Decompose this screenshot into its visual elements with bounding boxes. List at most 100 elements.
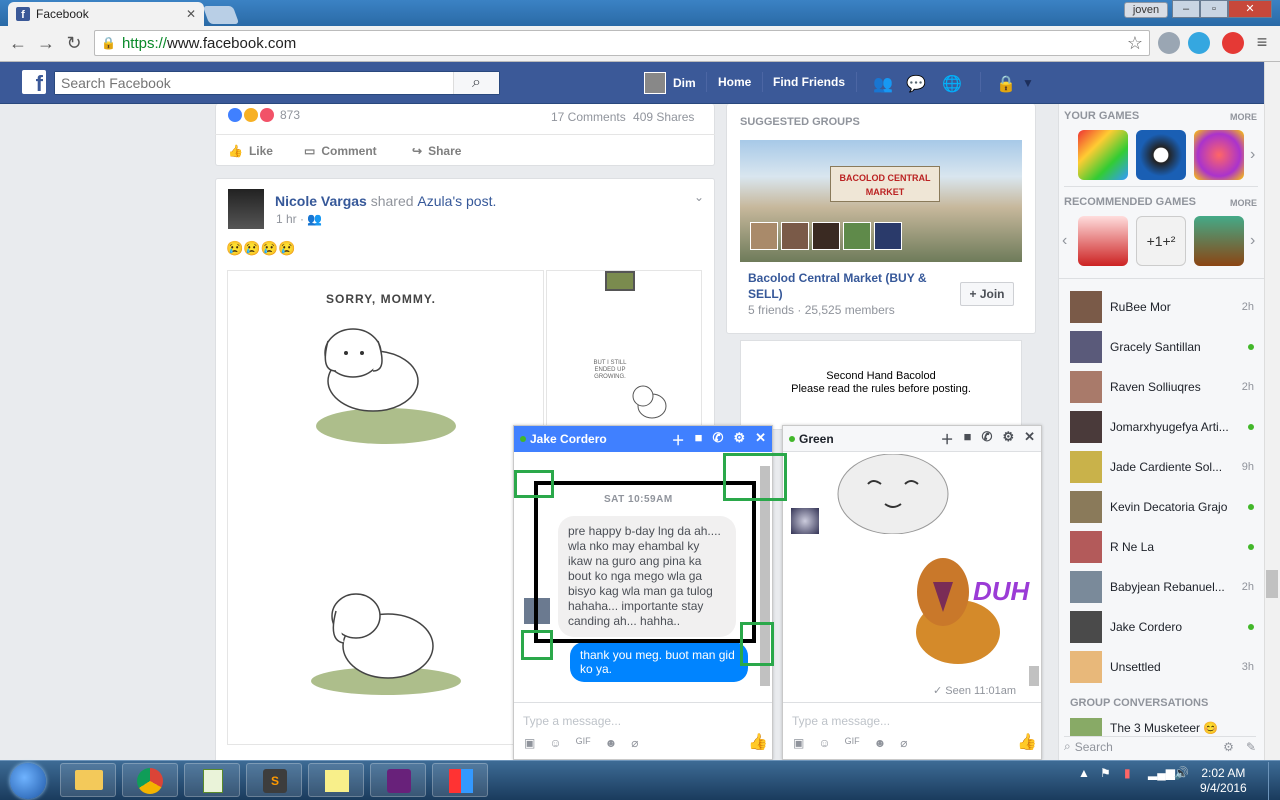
post-time[interactable]: 1 hr · 👥 [276, 212, 322, 226]
reload-icon[interactable]: ↻ [60, 33, 88, 54]
emoji-icon[interactable]: ☻ [874, 736, 887, 750]
profile-link[interactable]: Dim [644, 72, 696, 94]
emoji-icon[interactable]: ☻ [605, 736, 618, 750]
attachment-icon[interactable]: ⌀ [631, 736, 638, 750]
contact-item[interactable]: Gracely Santillan [1070, 330, 1254, 364]
search-input[interactable] [55, 72, 453, 94]
video-call-icon[interactable]: ■ [964, 429, 972, 448]
comment-share-counts[interactable]: 17 Comments 409 Shares [551, 110, 694, 124]
attachment-icon[interactable]: ⌀ [900, 736, 907, 750]
horse-racing-game-icon[interactable] [1194, 216, 1244, 266]
author-avatar[interactable] [228, 189, 264, 229]
facebook-logo[interactable]: f [22, 70, 46, 94]
compose-icon[interactable]: ✎ [1246, 740, 1256, 754]
notifications-icon[interactable]: 🌐 [942, 74, 962, 94]
sticky-notes-taskbar-icon[interactable] [308, 763, 364, 797]
add-people-icon[interactable]: ＋ [672, 430, 685, 449]
thumbs-up-icon[interactable]: 👍 [1017, 732, 1037, 752]
message-input[interactable]: Type a message... [792, 714, 890, 728]
action-center-flag-icon[interactable]: ⚑ [1100, 766, 1111, 780]
comment-count[interactable]: 17 Comments [551, 110, 626, 124]
share-count[interactable]: 409 Shares [633, 110, 694, 124]
photo-icon[interactable]: ▣ [793, 736, 804, 750]
your-games-more-link[interactable]: MORE [1230, 112, 1257, 122]
maximize-button[interactable]: ▫ [1200, 0, 1228, 18]
gear-icon[interactable]: ⚙ [733, 430, 745, 449]
contact-item[interactable]: Raven Solliuqres 2h [1070, 370, 1254, 404]
dead-trigger-2-game-icon[interactable] [1078, 216, 1128, 266]
contact-item[interactable]: R Ne La [1070, 530, 1254, 564]
close-icon[interactable]: ✕ [1024, 429, 1035, 448]
profile-button[interactable]: joven [1124, 2, 1168, 18]
page-scrollbar[interactable] [1264, 62, 1280, 760]
group-name[interactable]: Bacolod Central Market (BUY & SELL) [748, 270, 948, 302]
contact-item[interactable]: Jomarxhyugefya Arti... [1070, 410, 1254, 444]
friend-requests-icon[interactable]: 👥 [873, 74, 893, 94]
post-image-1[interactable] [227, 270, 544, 745]
sticker-icon[interactable]: ☺ [818, 736, 830, 750]
extension-icon[interactable] [1188, 32, 1210, 54]
page-scrollbar-thumb[interactable] [1266, 570, 1278, 598]
contact-item[interactable]: Babyjean Rebanuel... 2h [1070, 570, 1254, 604]
chrome-taskbar-icon[interactable] [122, 763, 178, 797]
reaction-summary[interactable]: 873 [228, 108, 300, 122]
gif-icon[interactable]: GIF [845, 736, 860, 750]
chat-header[interactable]: Jake Cordero ＋ ■ ✆ ⚙ ✕ [514, 426, 772, 452]
chevron-right-icon[interactable]: › [1250, 232, 1255, 250]
voice-call-icon[interactable]: ✆ [982, 429, 993, 448]
video-call-icon[interactable]: ■ [695, 430, 703, 449]
volume-icon[interactable]: 🔊 [1174, 766, 1189, 780]
nav-home[interactable]: Home [718, 75, 751, 89]
network-signal-icon[interactable]: ▂▄▆ [1148, 766, 1175, 780]
battery-icon[interactable]: ▮ [1124, 766, 1131, 780]
photo-icon[interactable]: ▣ [524, 736, 535, 750]
address-bar[interactable]: 🔒 https://www.facebook.com ☆ [94, 30, 1150, 56]
comment-button[interactable]: ▭ Comment [304, 144, 377, 158]
sticker-icon[interactable]: ☺ [549, 736, 561, 750]
author-name[interactable]: Nicole Vargas [275, 193, 367, 209]
browser-tab[interactable]: f Facebook ✕ [8, 2, 204, 26]
opera-extension-icon[interactable] [1222, 32, 1244, 54]
bookmark-star-icon[interactable]: ☆ [1127, 33, 1143, 54]
back-icon[interactable]: ← [4, 33, 32, 54]
group-conversation-item[interactable]: The 3 Musketeer 😊 [1070, 718, 1254, 738]
sublime-taskbar-icon[interactable]: S [246, 763, 302, 797]
chat-search-input[interactable]: Search [1075, 740, 1113, 754]
start-button[interactable] [10, 763, 46, 799]
menu-icon[interactable]: ≡ [1248, 32, 1276, 53]
add-people-icon[interactable]: ＋ [941, 429, 954, 448]
chat-contact-name[interactable]: Green [799, 432, 834, 446]
tab-close-icon[interactable]: ✕ [186, 7, 196, 21]
extension-icon[interactable] [1158, 32, 1180, 54]
thumbs-up-icon[interactable]: 👍 [748, 732, 768, 752]
share-button[interactable]: ↪ Share [412, 144, 461, 158]
show-hidden-icons[interactable]: ▲ [1078, 766, 1090, 780]
origin-author-link[interactable]: Azula [417, 193, 452, 209]
message-input[interactable]: Type a message... [523, 714, 621, 728]
system-clock[interactable]: 2:02 AM 9/4/2016 [1200, 766, 1247, 796]
gear-icon[interactable]: ⚙ [1223, 740, 1234, 754]
file-explorer-taskbar-icon[interactable] [60, 763, 116, 797]
contact-item[interactable]: RuBee Mor 2h [1070, 290, 1254, 324]
account-menu-chevron-down-icon[interactable]: ▼ [1022, 76, 1034, 90]
chat-contact-name[interactable]: Jake Cordero [530, 432, 607, 446]
candy-crush-game-icon[interactable] [1194, 130, 1244, 180]
minimize-button[interactable]: – [1172, 0, 1200, 18]
contact-item[interactable]: Jade Cardiente Sol... 9h [1070, 450, 1254, 484]
gif-icon[interactable]: GIF [576, 736, 591, 750]
post-image-2[interactable] [546, 270, 702, 430]
like-button[interactable]: 👍 Like [228, 144, 273, 158]
chevron-left-icon[interactable]: ‹ [1062, 232, 1067, 250]
chat-scrollbar[interactable] [1029, 666, 1039, 686]
nav-find-friends[interactable]: Find Friends [773, 75, 845, 89]
search-icon[interactable]: ⌕ [453, 72, 499, 94]
messages-icon[interactable]: 💬 [906, 74, 926, 94]
contact-item[interactable]: Kevin Decatoria Grajo [1070, 490, 1254, 524]
tetris-game-icon[interactable] [1078, 130, 1128, 180]
gear-icon[interactable]: ⚙ [1002, 429, 1014, 448]
chevron-right-icon[interactable]: › [1250, 146, 1255, 164]
8-ball-pool-game-icon[interactable] [1136, 130, 1186, 180]
voice-call-icon[interactable]: ✆ [713, 430, 724, 449]
close-icon[interactable]: ✕ [755, 430, 766, 449]
join-group-button[interactable]: + Join [960, 282, 1014, 306]
